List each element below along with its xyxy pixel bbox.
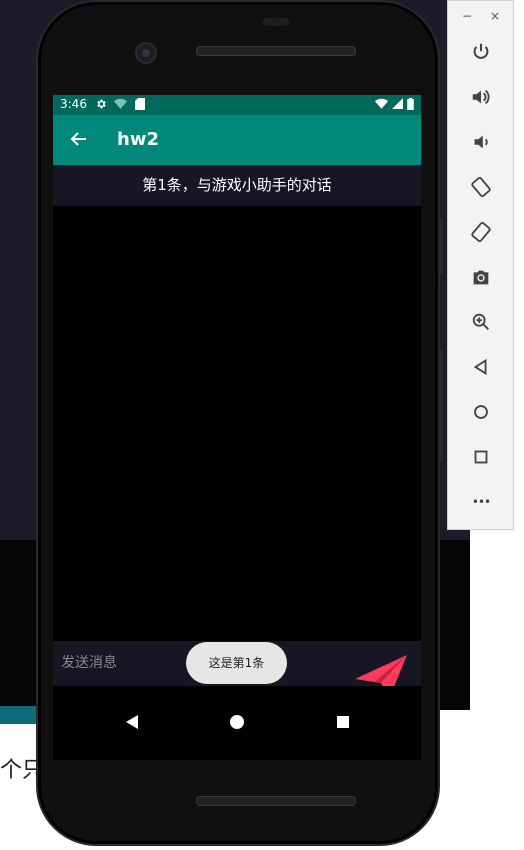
nav-home-icon[interactable] (225, 710, 249, 734)
app-title: hw2 (117, 129, 159, 150)
battery-icon (407, 98, 414, 114)
settings-gear-icon (95, 98, 107, 114)
close-button[interactable]: × (490, 9, 500, 23)
app-bar: hw2 (53, 115, 421, 165)
nav-back-icon[interactable] (120, 710, 144, 734)
phone-notch (262, 18, 290, 26)
volume-down-icon[interactable] (468, 129, 494, 155)
wifi-icon (375, 98, 388, 114)
navigation-bar (53, 686, 421, 760)
bottom-speaker (196, 796, 356, 806)
device-screen: 3:46 hw2 第1条，与游戏小助手的对话 发送消息 这是第1条 (53, 95, 421, 760)
home-circle-icon[interactable] (468, 399, 494, 425)
message-list[interactable] (53, 206, 421, 641)
chat-header: 第1条，与游戏小助手的对话 (53, 165, 421, 206)
zoom-icon[interactable] (468, 309, 494, 335)
emulator-toolbar: − × ••• (447, 0, 514, 530)
volume-button[interactable] (438, 218, 443, 274)
power-icon[interactable] (468, 39, 494, 65)
minimize-button[interactable]: − (462, 9, 472, 23)
sd-card-icon (135, 98, 145, 114)
power-button[interactable] (438, 350, 443, 462)
volume-up-icon[interactable] (468, 84, 494, 110)
status-time: 3:46 (60, 97, 87, 111)
overview-square-icon[interactable] (468, 444, 494, 470)
rotate-left-icon[interactable] (468, 174, 494, 200)
toast-message: 这是第1条 (186, 642, 287, 684)
rotate-right-icon[interactable] (468, 219, 494, 245)
top-speaker (196, 46, 356, 56)
status-bar: 3:46 (53, 95, 421, 115)
more-options-icon[interactable]: ••• (468, 489, 494, 515)
back-triangle-icon[interactable] (468, 354, 494, 380)
front-camera (135, 42, 157, 64)
wifi-question-icon (114, 98, 127, 114)
nav-recents-icon[interactable] (331, 710, 355, 734)
back-arrow-icon[interactable] (67, 127, 91, 151)
camera-screenshot-icon[interactable] (468, 264, 494, 290)
signal-icon (392, 98, 403, 113)
